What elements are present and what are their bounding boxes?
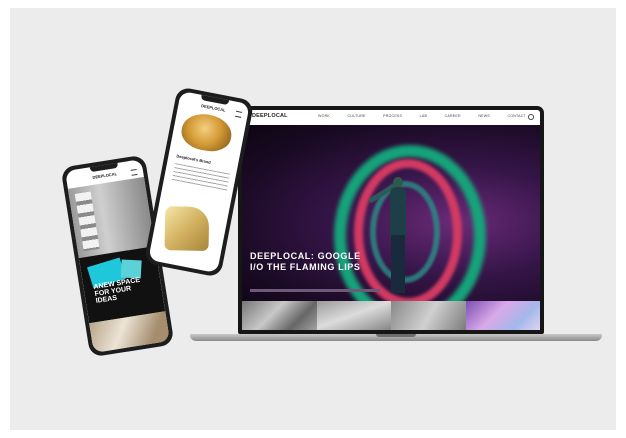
- nav-item-culture[interactable]: CULTURE: [348, 114, 366, 118]
- gold-object-image[interactable]: [178, 110, 235, 155]
- site-logo[interactable]: DEEPLOCAL: [252, 113, 288, 119]
- nav-item-lab[interactable]: LAB: [420, 114, 427, 118]
- nav-item-contact[interactable]: CONTACT: [507, 114, 526, 118]
- menu-icon[interactable]: [235, 110, 243, 118]
- nav-item-career[interactable]: CAREER: [445, 114, 461, 118]
- laptop-lid: DEEPLOCAL WORK CULTURE PROCESS LAB CAREE…: [238, 106, 544, 334]
- gold-shoe-image[interactable]: [164, 206, 210, 251]
- nav-item-work[interactable]: WORK: [318, 114, 330, 118]
- performer-figure: [367, 177, 409, 293]
- mockup-stage: DEEPLOCAL WORK CULTURE PROCESS LAB CAREE…: [10, 8, 616, 430]
- thumbnail-4[interactable]: [465, 301, 540, 330]
- nav-menu: WORK CULTURE PROCESS LAB CAREER NEWS CON…: [318, 114, 526, 118]
- menu-icon[interactable]: [130, 168, 138, 176]
- thumbnail-3[interactable]: [391, 301, 466, 330]
- laptop-mockup: DEEPLOCAL WORK CULTURE PROCESS LAB CAREE…: [190, 106, 602, 346]
- thumbnail-2[interactable]: [316, 301, 391, 330]
- hero-banner[interactable]: DEEPLOCAL: GOOGLE I/O THE FLAMING LIPS: [242, 125, 540, 301]
- laptop-screen: DEEPLOCAL WORK CULTURE PROCESS LAB CAREE…: [242, 110, 540, 330]
- nav-item-process[interactable]: PROCESS: [383, 114, 402, 118]
- search-icon[interactable]: [528, 114, 534, 120]
- laptop-notch: [376, 334, 416, 337]
- site-navbar: DEEPLOCAL WORK CULTURE PROCESS LAB CAREE…: [242, 110, 540, 125]
- hero-headline[interactable]: DEEPLOCAL: GOOGLE I/O THE FLAMING LIPS: [250, 251, 370, 273]
- nav-item-news[interactable]: NEWS: [478, 114, 490, 118]
- article-body: [171, 163, 231, 192]
- hero-subtext: [250, 289, 380, 292]
- thumbnail-1[interactable]: [242, 301, 317, 330]
- thumbnail-strip: [242, 301, 540, 330]
